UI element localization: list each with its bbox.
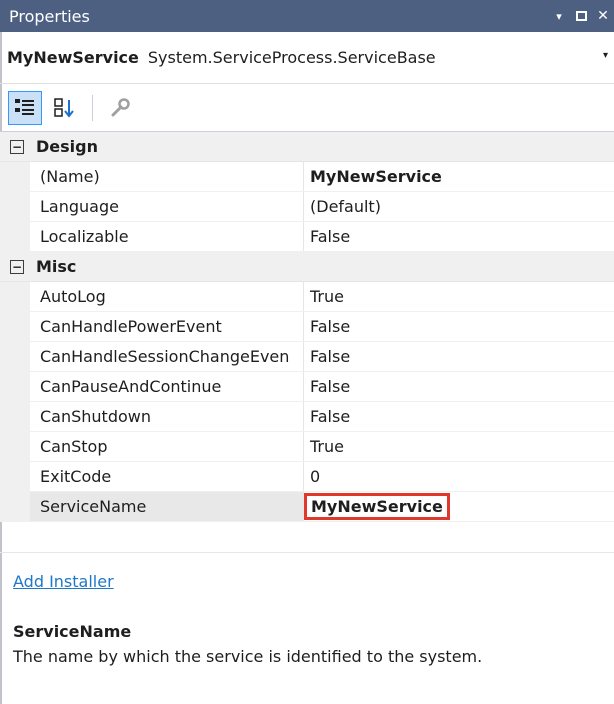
- property-name: Localizable: [30, 222, 304, 251]
- property-row-canhandlesessionchangeevent[interactable]: CanHandleSessionChangeEven False: [0, 342, 614, 372]
- add-installer-link[interactable]: Add Installer: [13, 572, 114, 591]
- properties-toolbar: [0, 84, 614, 132]
- property-name: ExitCode: [30, 462, 304, 491]
- property-value[interactable]: MyNewService: [304, 162, 614, 191]
- highlighted-value[interactable]: MyNewService: [304, 493, 450, 520]
- property-value[interactable]: True: [304, 432, 614, 461]
- collapse-icon[interactable]: −: [10, 139, 24, 154]
- object-type: System.ServiceProcess.ServiceBase: [147, 48, 436, 67]
- property-name: CanHandlePowerEvent: [30, 312, 304, 341]
- object-name: MyNewService: [7, 48, 139, 67]
- row-gutter: [0, 432, 30, 461]
- row-gutter: [0, 222, 30, 251]
- alphabetical-sort-icon: [54, 97, 74, 118]
- window-position-dropdown-icon[interactable]: ▾: [548, 10, 570, 23]
- description-title: ServiceName: [13, 622, 132, 641]
- property-name: CanShutdown: [30, 402, 304, 431]
- property-name: CanStop: [30, 432, 304, 461]
- property-name: CanPauseAndContinue: [30, 372, 304, 401]
- property-row-servicename[interactable]: ServiceName MyNewService: [0, 492, 614, 522]
- row-gutter: [0, 492, 30, 521]
- row-gutter: [0, 402, 30, 431]
- description-pane: ServiceName The name by which the servic…: [0, 616, 614, 704]
- row-gutter: [0, 462, 30, 491]
- row-gutter: [0, 282, 30, 311]
- toolbar-separator: [92, 94, 93, 121]
- property-row-canstop[interactable]: CanStop True: [0, 432, 614, 462]
- property-value[interactable]: (Default): [304, 192, 614, 221]
- property-grid: − Design (Name) MyNewService Language (D…: [0, 132, 614, 522]
- row-gutter: [0, 312, 30, 341]
- categorized-button[interactable]: [8, 90, 42, 125]
- property-value[interactable]: False: [304, 402, 614, 431]
- categorized-icon: [15, 98, 34, 115]
- property-pages-button[interactable]: [103, 91, 137, 125]
- property-row-canshutdown[interactable]: CanShutdown False: [0, 402, 614, 432]
- property-row-exitcode[interactable]: ExitCode 0: [0, 462, 614, 492]
- object-selector-dropdown-icon[interactable]: ▾: [603, 50, 608, 61]
- window-title: Properties: [9, 6, 90, 26]
- property-value[interactable]: True: [304, 282, 614, 311]
- property-row-canpauseandcontinue[interactable]: CanPauseAndContinue False: [0, 372, 614, 402]
- property-row-language[interactable]: Language (Default): [0, 192, 614, 222]
- property-value[interactable]: False: [304, 312, 614, 341]
- property-value[interactable]: False: [304, 222, 614, 251]
- property-row-autolog[interactable]: AutoLog True: [0, 282, 614, 312]
- property-name: (Name): [30, 162, 304, 191]
- property-row-name[interactable]: (Name) MyNewService: [0, 162, 614, 192]
- object-selector[interactable]: MyNewService System.ServiceProcess.Servi…: [0, 32, 614, 84]
- property-name: AutoLog: [30, 282, 304, 311]
- row-gutter: [0, 372, 30, 401]
- category-label: Design: [36, 137, 98, 156]
- property-pages-wrench-icon: [111, 97, 130, 116]
- alphabetical-button[interactable]: [48, 91, 82, 125]
- category-misc[interactable]: − Misc: [0, 252, 614, 282]
- row-gutter: [0, 192, 30, 221]
- property-value[interactable]: MyNewService: [304, 492, 614, 521]
- collapse-icon[interactable]: −: [10, 259, 24, 274]
- property-row-localizable[interactable]: Localizable False: [0, 222, 614, 252]
- category-design[interactable]: − Design: [0, 132, 614, 162]
- property-row-canhandlepowerevent[interactable]: CanHandlePowerEvent False: [0, 312, 614, 342]
- category-label: Misc: [36, 257, 77, 276]
- row-gutter: [0, 162, 30, 191]
- maximize-icon[interactable]: [570, 8, 592, 24]
- row-gutter: [0, 342, 30, 371]
- property-name: Language: [30, 192, 304, 221]
- property-value[interactable]: 0: [304, 462, 614, 491]
- property-value[interactable]: False: [304, 372, 614, 401]
- property-name: CanHandleSessionChangeEven: [30, 342, 304, 371]
- commands-pane: Add Installer: [0, 553, 614, 610]
- description-text: The name by which the service is identif…: [13, 647, 483, 666]
- properties-title-bar: Properties ▾ ✕: [0, 0, 614, 32]
- close-icon[interactable]: ✕: [592, 8, 614, 24]
- property-value[interactable]: False: [304, 342, 614, 371]
- property-name: ServiceName: [30, 492, 304, 521]
